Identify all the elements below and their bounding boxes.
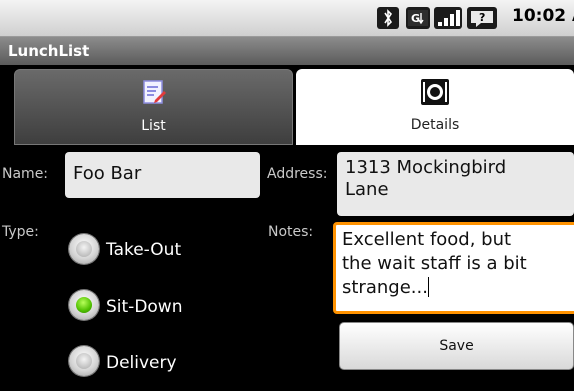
svg-text:G: G: [411, 12, 420, 25]
restaurant-icon: [420, 78, 450, 106]
name-value: Foo Bar: [73, 163, 142, 184]
bluetooth-icon: [377, 7, 399, 29]
radio-delivery[interactable]: [69, 346, 99, 376]
app-title: LunchList: [8, 42, 90, 60]
tab-bar: List Details: [0, 65, 574, 145]
svg-text:?: ?: [479, 11, 485, 24]
notes-line-1: Excellent food, but: [342, 229, 512, 250]
status-bar: G ? 10:02 AM: [0, 0, 574, 37]
notes-label: Notes:: [268, 224, 314, 240]
save-button-label: Save: [439, 338, 474, 354]
radio-take-out[interactable]: [69, 234, 99, 264]
address-label: Address:: [267, 166, 328, 182]
notes-line-3: strange...: [342, 277, 428, 298]
address-line-2: Lane: [345, 179, 389, 200]
name-field[interactable]: Foo Bar: [65, 152, 260, 198]
app-title-bar: LunchList: [0, 37, 574, 65]
notes-line-2: the wait staff is a bit: [342, 253, 527, 274]
radio-sit-down[interactable]: [69, 290, 99, 320]
tab-list[interactable]: List: [14, 69, 293, 145]
signal-icon: [434, 7, 462, 29]
list-edit-icon: [141, 79, 167, 105]
tab-details[interactable]: Details: [296, 69, 574, 145]
address-field[interactable]: 1313 Mockingbird Lane: [337, 152, 574, 216]
tab-details-label: Details: [410, 117, 460, 133]
alert-icon: ?: [467, 7, 497, 29]
name-label: Name:: [2, 166, 49, 182]
radio-delivery-label: Delivery: [106, 353, 177, 373]
radio-sit-down-label: Sit-Down: [106, 297, 183, 317]
status-time: 10:02 AM: [512, 6, 574, 26]
tab-list-label: List: [141, 118, 166, 134]
address-line-1: 1313 Mockingbird: [345, 157, 507, 178]
notes-field[interactable]: Excellent food, but the wait staff is a …: [333, 222, 574, 314]
text-cursor: [427, 277, 429, 297]
save-button[interactable]: Save: [339, 322, 574, 370]
data-transfer-icon: G: [406, 7, 430, 29]
type-label: Type:: [2, 224, 39, 240]
radio-take-out-label: Take-Out: [106, 240, 182, 260]
